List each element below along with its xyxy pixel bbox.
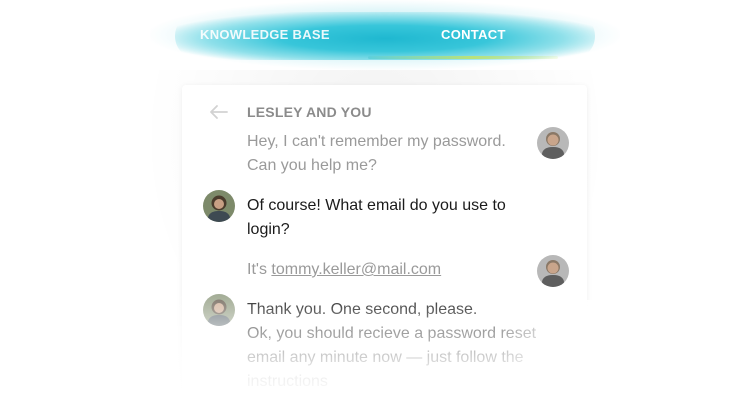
arrow-left-icon[interactable] [209,104,229,120]
chat-title: LESLEY AND YOU [247,104,372,120]
avatar-agent [203,294,235,326]
avatar-user [537,127,569,159]
message-line: Of course! What email do you use to [247,197,506,214]
message-agent: Of course! What email do you use to logi… [247,194,522,242]
support-chat-screen: KNOWLEDGE BASE CONTACT LESLEY AND YOU He… [0,0,742,401]
active-tab-indicator [368,56,558,59]
message-line: Thank you. One second, please. [247,301,478,318]
message-user: It's tommy.keller@mail.com [247,258,522,282]
message-line: Ok, you should recieve a password reset [247,325,537,342]
message-line: instructions [247,373,328,390]
message-line: login? [247,221,290,238]
tab-knowledge-base[interactable]: KNOWLEDGE BASE [200,27,330,45]
message-user: Hey, I can't remember my password. Can y… [247,130,522,178]
email-link[interactable]: tommy.keller@mail.com [271,261,441,278]
message-line: Can you help me? [247,157,377,174]
message-prefix: It's [247,261,272,278]
avatar-agent [203,190,235,222]
message-agent: Thank you. One second, please. Ok, you s… [247,298,547,394]
tab-contact[interactable]: CONTACT [441,27,506,45]
message-line: email any minute now — just follow the [247,349,524,366]
avatar-user [537,255,569,287]
message-line: Hey, I can't remember my password. [247,133,506,150]
